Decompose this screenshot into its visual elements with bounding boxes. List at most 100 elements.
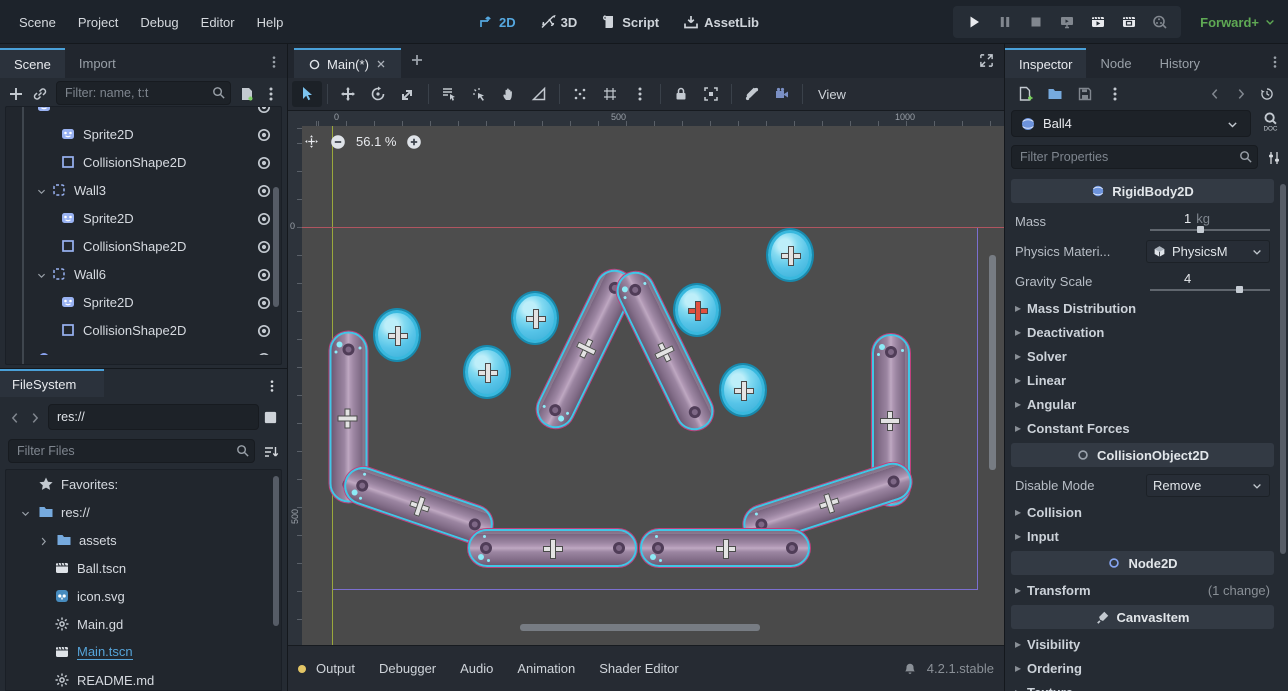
ball-node[interactable] xyxy=(375,310,419,360)
bottom-tab-output[interactable]: Output xyxy=(304,655,367,682)
edit-history-button[interactable] xyxy=(1260,85,1276,101)
smart-snap-toggle[interactable] xyxy=(565,81,595,107)
file-row[interactable]: assets xyxy=(6,526,281,554)
scene-tree-row[interactable]: Sprite2D xyxy=(6,288,281,316)
class-header[interactable]: CollisionObject2D xyxy=(1011,443,1274,467)
collapse-icon[interactable] xyxy=(36,183,47,198)
sort-files-button[interactable] xyxy=(263,443,279,459)
visibility-eye-icon[interactable] xyxy=(256,154,272,171)
scene-tree-scrollbar[interactable] xyxy=(273,187,279,307)
move-gizmo[interactable] xyxy=(543,539,561,557)
move-gizmo[interactable] xyxy=(407,494,430,517)
tab-node[interactable]: Node xyxy=(1086,48,1145,78)
ball-node[interactable] xyxy=(465,347,509,397)
move-gizmo[interactable] xyxy=(653,339,677,363)
tab-import[interactable]: Import xyxy=(65,48,130,78)
move-gizmo[interactable] xyxy=(816,492,839,515)
tab-history[interactable]: History xyxy=(1146,48,1214,78)
stop-button[interactable] xyxy=(1025,11,1047,33)
dock-menu-button[interactable] xyxy=(267,53,281,69)
menu-help[interactable]: Help xyxy=(246,11,295,34)
tab-scene[interactable]: Scene xyxy=(0,48,65,78)
zoom-level[interactable]: 56.1 % xyxy=(356,134,396,149)
instance-scene-button[interactable] xyxy=(32,85,48,101)
file-row[interactable]: icon.svg xyxy=(6,582,281,610)
group-node-button[interactable] xyxy=(696,81,726,107)
view-menu[interactable]: View xyxy=(808,87,856,102)
move-gizmo[interactable] xyxy=(339,408,357,426)
bottom-tab-debugger[interactable]: Debugger xyxy=(367,655,448,682)
property-slider[interactable]: 4 xyxy=(1150,269,1270,293)
2d-viewport[interactable]: 0 500 1000 0 500 56.1 % xyxy=(288,111,1004,645)
toggle-fullscreen-icon[interactable] xyxy=(979,52,994,68)
bottom-tab-shader-editor[interactable]: Shader Editor xyxy=(587,655,691,682)
select-tool[interactable] xyxy=(292,81,322,107)
path-field[interactable] xyxy=(48,404,259,430)
expand-icon[interactable] xyxy=(38,533,49,548)
editor-mode-2d[interactable]: 2D xyxy=(478,14,516,30)
bottom-tab-animation[interactable]: Animation xyxy=(505,655,587,682)
scene-tree-row[interactable]: Sprite2D xyxy=(6,204,281,232)
load-resource-button[interactable] xyxy=(1047,85,1063,101)
move-gizmo[interactable] xyxy=(716,539,734,557)
snap-options-menu[interactable] xyxy=(625,81,655,107)
new-resource-button[interactable] xyxy=(1017,85,1033,101)
save-resource-button[interactable] xyxy=(1077,85,1093,101)
renderer-selector[interactable]: Forward+ xyxy=(1200,0,1276,44)
scale-tool[interactable] xyxy=(393,81,423,107)
property-group[interactable]: ▸Solver xyxy=(1007,344,1278,368)
play-button[interactable] xyxy=(963,11,985,33)
scene-tree-row[interactable]: Wall3 xyxy=(6,176,281,204)
lock-node-button[interactable] xyxy=(666,81,696,107)
history-forward-button[interactable] xyxy=(1234,85,1250,101)
notification-bell-icon[interactable] xyxy=(903,661,919,677)
ball-node[interactable] xyxy=(721,365,765,415)
filesystem-tab[interactable]: FileSystem xyxy=(0,369,104,397)
property-group[interactable]: ▸Collision xyxy=(1007,500,1278,524)
ball-node[interactable] xyxy=(768,230,812,280)
visibility-eye-icon[interactable] xyxy=(256,210,272,227)
dock-menu-button[interactable] xyxy=(1268,53,1282,69)
move-gizmo[interactable] xyxy=(388,326,406,344)
file-row[interactable]: Main.tscn xyxy=(6,638,281,666)
close-icon[interactable] xyxy=(375,58,387,70)
class-header[interactable]: RigidBody2D xyxy=(1011,179,1274,203)
scene-tree-row[interactable]: CollisionShape2D xyxy=(6,148,281,176)
editor-mode-assetlib[interactable]: AssetLib xyxy=(683,14,759,30)
horizontal-scrollbar[interactable] xyxy=(520,624,760,631)
move-gizmo[interactable] xyxy=(478,363,496,381)
tab-inspector[interactable]: Inspector xyxy=(1005,48,1086,78)
movie-maker-button[interactable] xyxy=(1149,11,1171,33)
bottom-tab-audio[interactable]: Audio xyxy=(448,655,505,682)
scene-tree-row[interactable]: CollisionShape2D xyxy=(6,232,281,260)
ball-node-selected[interactable] xyxy=(675,285,719,335)
scene-tree-menu-button[interactable] xyxy=(263,85,279,101)
move-gizmo[interactable] xyxy=(781,246,799,264)
remote-debug-button[interactable] xyxy=(1056,11,1078,33)
forward-button[interactable] xyxy=(28,409,44,425)
file-row[interactable]: Main.gd xyxy=(6,610,281,638)
menu-project[interactable]: Project xyxy=(67,11,129,34)
menu-editor[interactable]: Editor xyxy=(190,11,246,34)
property-group[interactable]: ▸Ordering xyxy=(1007,656,1278,680)
edited-node-selector[interactable]: Ball4 xyxy=(1011,110,1251,137)
filesystem-filter-input[interactable] xyxy=(8,439,255,463)
inspector-filter-input[interactable] xyxy=(1011,145,1258,169)
inspector-scrollbar[interactable] xyxy=(1280,184,1286,554)
toggle-split-mode-button[interactable] xyxy=(263,409,279,425)
zoom-out-button[interactable] xyxy=(330,133,346,149)
camera-override-button[interactable] xyxy=(767,81,797,107)
class-header[interactable]: Node2D xyxy=(1011,551,1274,575)
new-scene-tab-button[interactable] xyxy=(409,52,425,68)
collapse-icon[interactable] xyxy=(20,505,31,520)
class-header[interactable]: CanvasItem xyxy=(1011,605,1274,629)
filesystem-menu-button[interactable] xyxy=(265,377,279,393)
rotate-tool[interactable] xyxy=(363,81,393,107)
scene-tree-row[interactable]: Sprite2D xyxy=(6,120,281,148)
scene-tree-row[interactable]: CollisionShape2D xyxy=(6,316,281,344)
move-gizmo[interactable] xyxy=(734,381,752,399)
visibility-eye-icon[interactable] xyxy=(256,322,272,339)
ball-node[interactable] xyxy=(513,293,557,343)
visibility-eye-icon[interactable] xyxy=(256,294,272,311)
property-group[interactable]: ▸Constant Forces xyxy=(1007,416,1278,440)
